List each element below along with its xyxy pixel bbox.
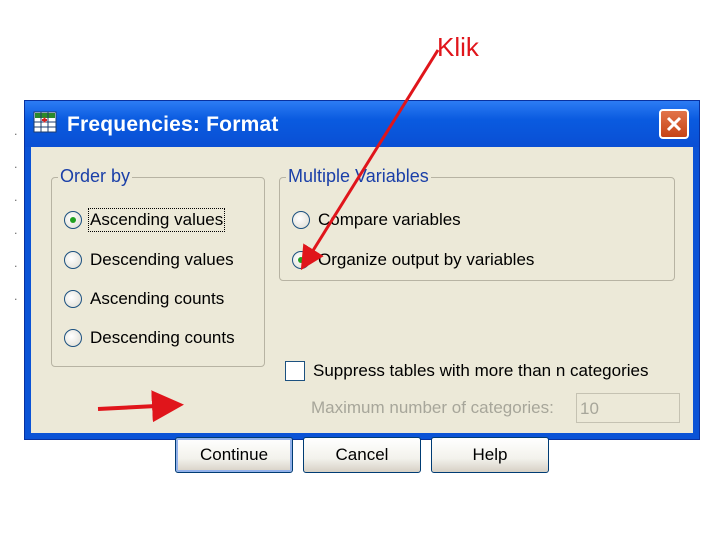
arrow-to-organize-option bbox=[300, 49, 440, 271]
arrow-to-continue-button bbox=[97, 390, 184, 423]
annotation-arrows bbox=[97, 49, 440, 423]
